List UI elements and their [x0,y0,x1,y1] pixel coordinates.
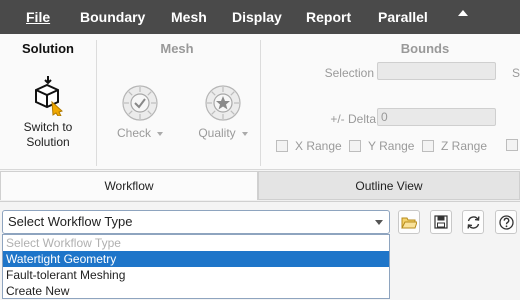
z-range-checkbox[interactable]: Z Range [422,139,487,153]
group-title-solution: Solution [22,41,74,56]
check-mesh-icon [122,85,158,121]
quality-mesh-button[interactable]: Quality [190,84,256,141]
quality-mesh-icon [205,85,241,121]
selection-label: Selection [324,66,374,80]
check-label: Check [116,126,151,140]
open-folder-icon [401,217,417,229]
dropdown-option-watertight[interactable]: Watertight Geometry [3,251,389,267]
check-mesh-button[interactable]: Check [110,84,170,141]
checkbox-box [276,140,288,152]
dropdown-option[interactable]: Select Workflow Type [3,235,389,251]
delta-label: +/- Delta [330,112,376,126]
x-range-checkbox[interactable]: X Range [276,139,342,153]
delta-field[interactable]: 0 [377,108,496,126]
group-title-bounds: Bounds [400,41,450,56]
checkbox-box [349,140,361,152]
workflow-type-select[interactable]: Select Workflow Type [2,210,390,234]
quality-label: Quality [198,126,236,140]
tab-outline-view[interactable]: Outline View [258,171,520,200]
extra-checkbox[interactable] [506,139,520,151]
dropdown-option-create-new[interactable]: Create New [3,283,389,299]
selection-field[interactable] [377,62,496,80]
chevron-down-icon [157,131,163,136]
chevron-down-icon [375,220,383,225]
refresh-icon [467,215,479,229]
checkbox-box [506,139,518,151]
ribbon: Solution Switch to Solution Mesh Check Q… [0,34,520,170]
refresh-button[interactable] [462,210,484,234]
group-title-mesh: Mesh [160,41,194,56]
workflow-type-dropdown: Select Workflow Type Watertight Geometry… [2,234,390,299]
checkbox-box [422,140,434,152]
switch-to-solution-button[interactable]: Switch to Solution [10,76,86,150]
menu-display[interactable]: Display [232,0,282,34]
x-range-label: X Range [295,139,342,153]
help-icon [498,214,514,230]
menu-boundary[interactable]: Boundary [80,0,145,34]
tab-workflow[interactable]: Workflow [0,171,258,200]
menu-mesh[interactable]: Mesh [171,0,207,34]
save-button[interactable] [430,210,452,234]
cut-off-label: S [512,66,520,80]
menu-file[interactable]: File [26,0,50,34]
workflow-panel: Select Workflow Type Select Workflow Typ… [0,201,520,300]
separator [96,40,97,166]
separator [260,40,261,166]
switch-to-solution-label: Switch to Solution [23,120,73,149]
z-range-label: Z Range [441,139,488,153]
help-button[interactable] [495,210,517,234]
menu-report[interactable]: Report [306,0,351,34]
workflow-type-value: Select Workflow Type [8,214,133,229]
open-button[interactable] [398,210,420,234]
switch-to-solution-icon [35,76,63,116]
menubar: File Boundary Mesh Display Report Parall… [0,0,520,34]
tab-bar: Workflow Outline View [0,171,520,201]
chevron-down-icon [241,131,248,136]
collapse-ribbon-icon[interactable] [458,10,468,16]
y-range-label: Y Range [368,139,415,153]
save-icon [434,215,448,229]
menu-parallel[interactable]: Parallel [378,0,428,34]
dropdown-option-fault-tolerant[interactable]: Fault-tolerant Meshing [3,267,389,283]
y-range-checkbox[interactable]: Y Range [349,139,414,153]
